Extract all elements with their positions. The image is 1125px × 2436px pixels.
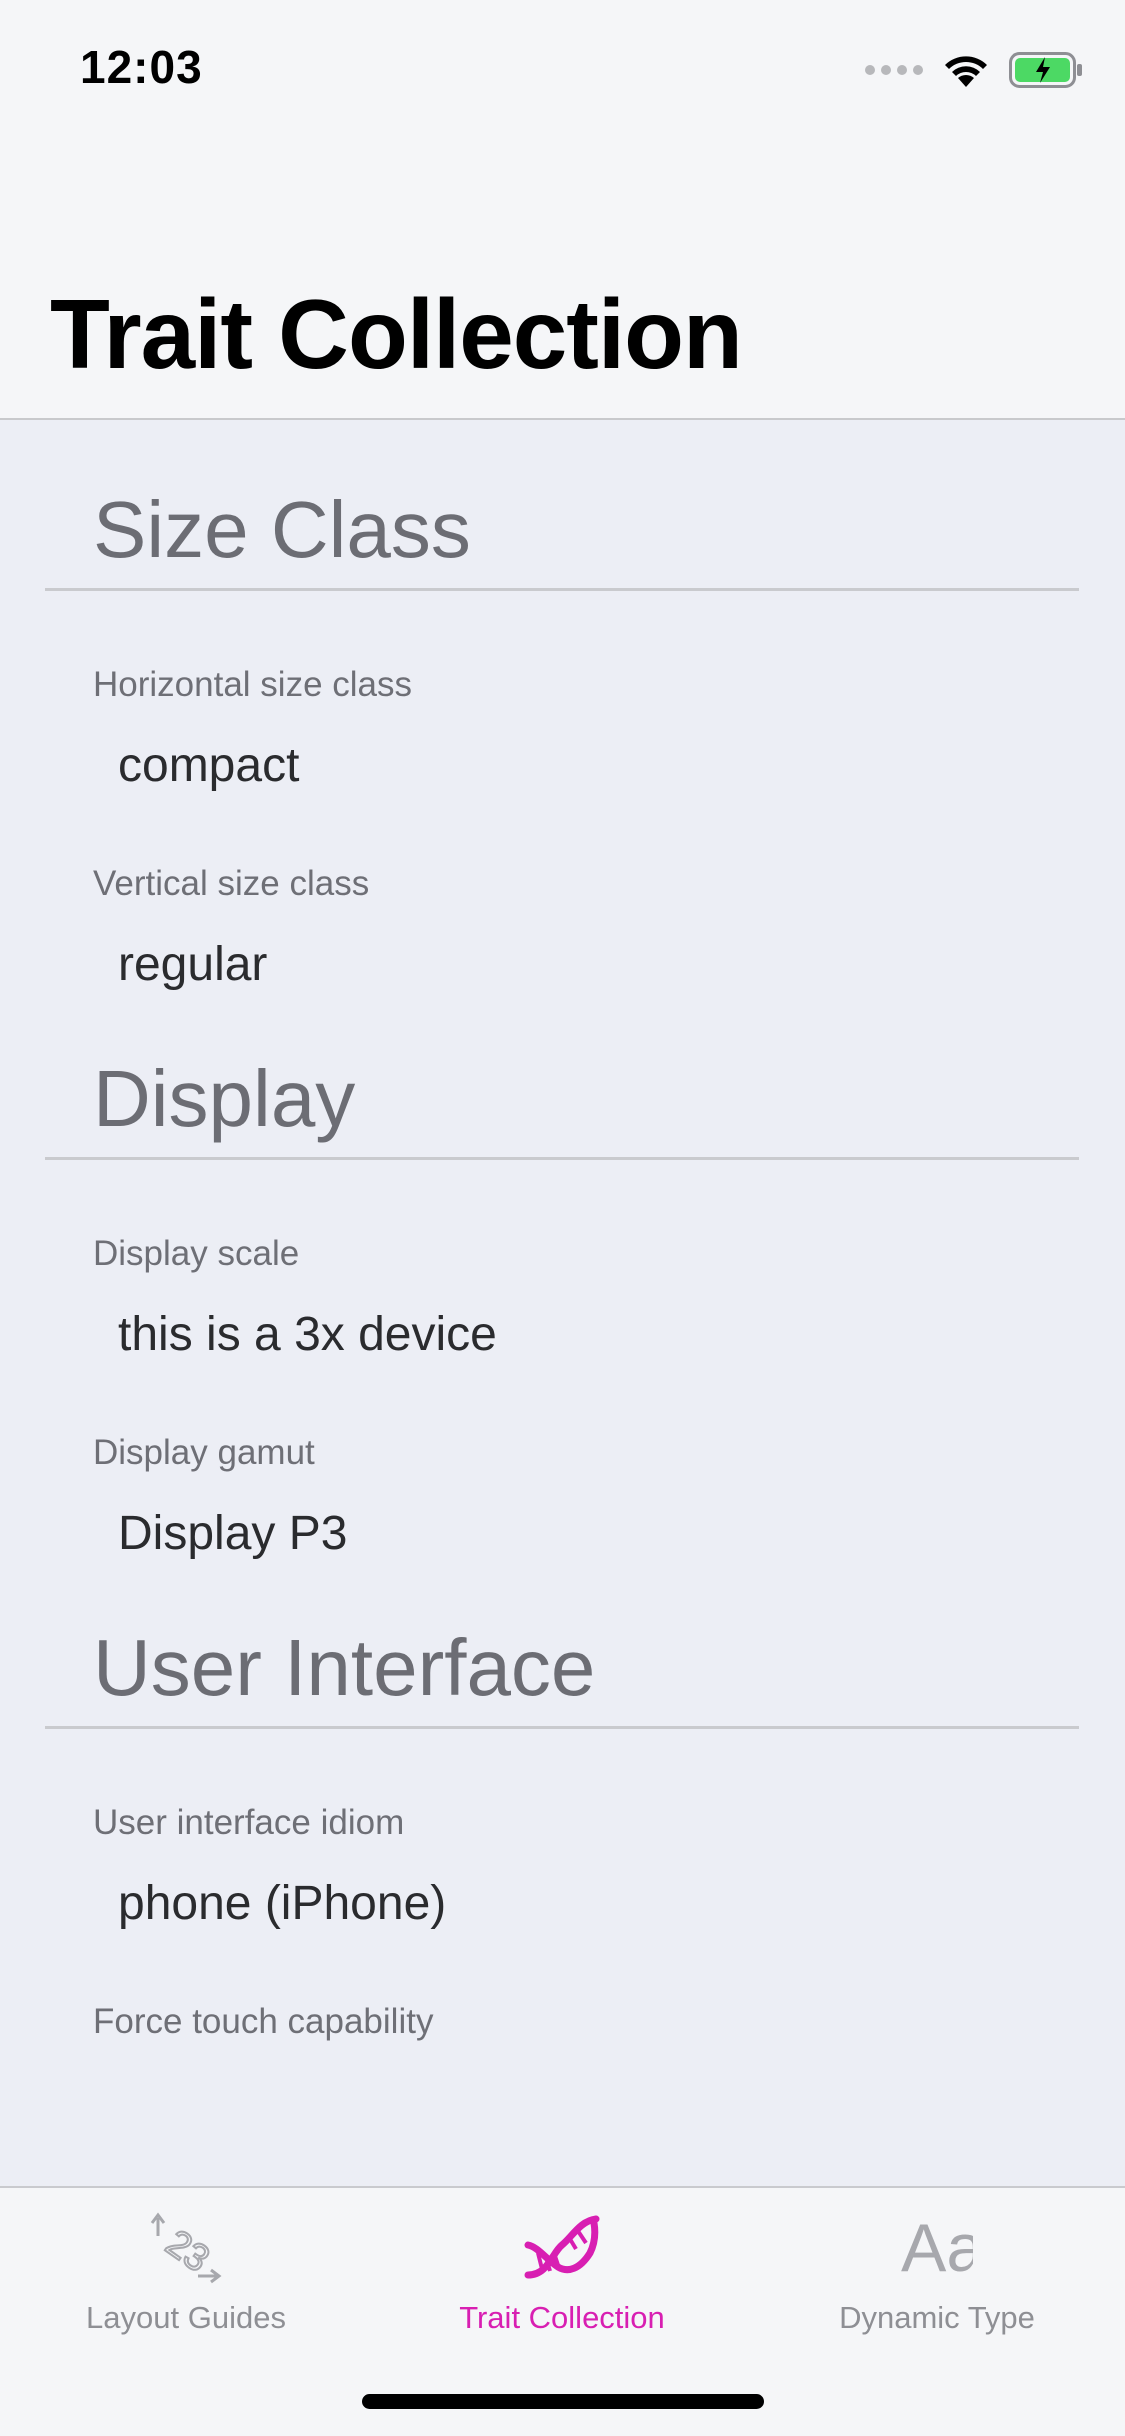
trait-list[interactable]: Size Class Horizontal size class compact… [0,420,1125,2186]
tab-layout-guides[interactable]: 23 Layout Guides [36,2208,336,2336]
tab-label: Trait Collection [459,2300,665,2335]
section-header: User Interface [93,1623,596,1712]
navigation-bar: 12:03 Trait Collection [0,0,1125,420]
list-item: Force touch capability [0,2004,1125,2039]
row-value: regular [118,938,268,991]
row-label: Horizontal size class [93,665,412,704]
section-user-interface: User Interface User interface idiom phon… [0,1558,1125,2039]
section-divider [45,1726,1079,1729]
row-label: User interface idiom [93,1803,405,1842]
dna-icon [412,2208,712,2288]
section-header: Size Class [93,485,471,574]
status-icons [865,48,1083,92]
section-display: Display Display scale this is a 3x devic… [0,989,1125,1558]
row-label: Force touch capability [93,2002,434,2041]
row-label: Display scale [93,1234,300,1273]
dynamic-type-icon: Aa [787,2208,1087,2288]
svg-text:23: 23 [158,2222,217,2281]
dynamic-type-glyph: Aa [901,2214,973,2282]
list-item: Display gamut Display P3 [0,1435,1125,1558]
tab-label: Layout Guides [86,2300,286,2335]
section-size-class: Size Class Horizontal size class compact… [0,420,1125,989]
section-divider [45,1157,1079,1160]
row-label: Display gamut [93,1433,315,1472]
wifi-icon [943,53,989,87]
list-item: Vertical size class regular [0,866,1125,989]
section-header: Display [93,1054,356,1143]
list-item: User interface idiom phone (iPhone) [0,1805,1125,1928]
screen: 12:03 Trait Collection Size Class Horizo… [0,0,1125,2436]
row-value: phone (iPhone) [118,1877,447,1930]
row-value: this is a 3x device [118,1308,497,1361]
battery-charging-icon [1009,52,1083,88]
tab-trait-collection[interactable]: Trait Collection [412,2208,712,2336]
status-time: 12:03 [80,41,203,93]
row-label: Vertical size class [93,864,370,903]
tab-dynamic-type[interactable]: Aa Dynamic Type [787,2208,1087,2336]
home-indicator[interactable] [362,2394,764,2409]
list-item: Display scale this is a 3x device [0,1236,1125,1359]
list-item: Horizontal size class compact [0,667,1125,790]
page-title: Trait Collection [50,279,743,389]
layout-guides-icon: 23 [36,2208,336,2288]
signal-icon [865,65,923,75]
row-value: Display P3 [118,1507,348,1560]
row-value: compact [118,739,300,792]
section-divider [45,588,1079,591]
tab-label: Dynamic Type [839,2300,1035,2335]
